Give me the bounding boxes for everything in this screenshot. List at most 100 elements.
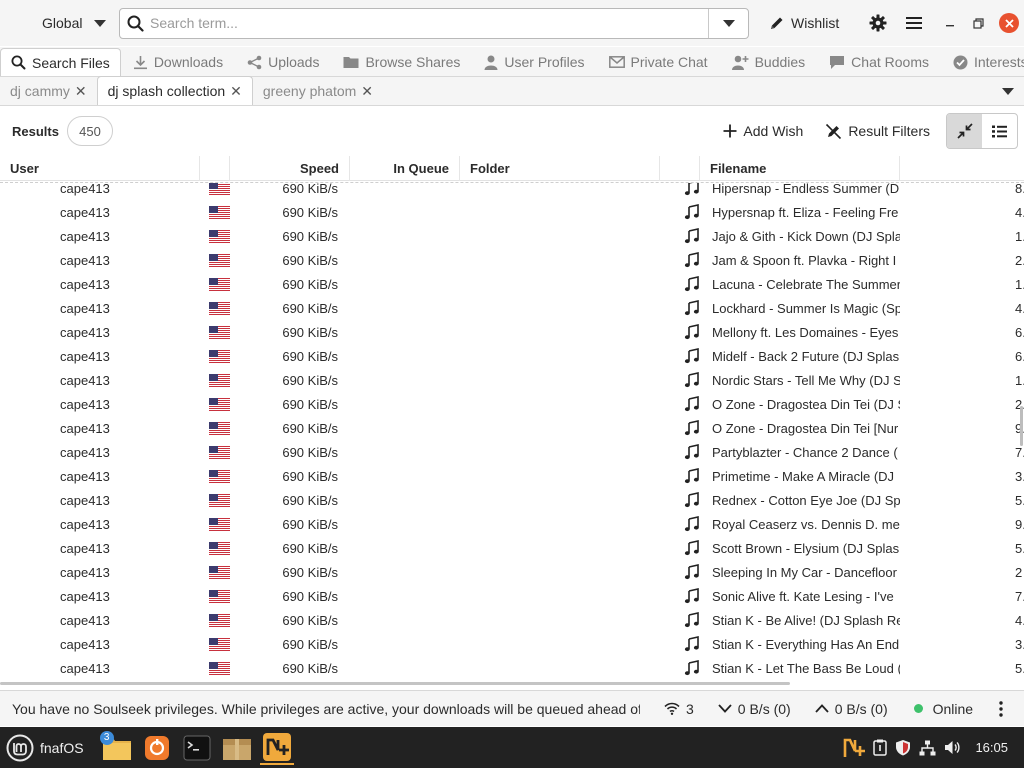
us-flag-icon bbox=[209, 637, 230, 651]
table-row[interactable]: cape413 690 KiB/s Royal Ceaserz vs. Dennis… bbox=[0, 512, 1024, 536]
us-flag-icon bbox=[209, 397, 230, 411]
horizontal-scrollbar[interactable] bbox=[0, 682, 790, 685]
taskbar-firefox-app[interactable] bbox=[140, 731, 174, 765]
upload-speed-indicator[interactable]: 0 B/s (0) bbox=[815, 701, 888, 717]
tab-list-menu-button[interactable] bbox=[1002, 77, 1014, 105]
table-row[interactable]: cape413 690 KiB/s Mellony ft. Les Domaines… bbox=[0, 320, 1024, 344]
table-row[interactable]: cape413 690 KiB/s Lockhard - Summer Is Mag… bbox=[0, 296, 1024, 320]
nicotine-tray-icon[interactable] bbox=[843, 737, 866, 759]
add-user-icon bbox=[731, 55, 749, 70]
music-note-icon bbox=[684, 588, 700, 604]
row-user: cape413 bbox=[60, 468, 110, 484]
tab-label: Downloads bbox=[153, 54, 224, 70]
network-icon[interactable] bbox=[919, 740, 936, 756]
search-icon bbox=[120, 15, 150, 32]
table-row[interactable]: cape413 690 KiB/s Sleeping In My Car - Dan… bbox=[0, 560, 1024, 584]
music-note-icon bbox=[684, 636, 700, 652]
table-row[interactable]: cape413 690 KiB/s Scott Brown - Elysium (D… bbox=[0, 536, 1024, 560]
column-header-speed[interactable]: Speed bbox=[230, 156, 350, 181]
taskbar-archive-app[interactable] bbox=[220, 731, 254, 765]
download-speed-indicator[interactable]: 0 B/s (0) bbox=[718, 701, 791, 717]
tab-downloads[interactable]: Downloads bbox=[121, 48, 235, 76]
tab-buddies[interactable]: Buddies bbox=[720, 48, 818, 76]
table-row[interactable]: cape413 690 KiB/s Jam & Spoon ft. Plavka -… bbox=[0, 248, 1024, 272]
table-row[interactable]: cape413 690 KiB/s Sonic Alive ft. Kate Les… bbox=[0, 584, 1024, 608]
clipboard-icon[interactable] bbox=[873, 739, 888, 756]
table-row[interactable]: cape413 690 KiB/s Stian K - Be Alive! (DJ … bbox=[0, 608, 1024, 632]
tab-label: Interests bbox=[973, 54, 1024, 70]
volume-icon[interactable] bbox=[944, 740, 961, 755]
tab-browse-shares[interactable]: Browse Shares bbox=[331, 48, 472, 76]
table-row[interactable]: cape413 690 KiB/s Stian K - Everything Has… bbox=[0, 632, 1024, 656]
list-view-button[interactable] bbox=[982, 114, 1017, 148]
us-flag-icon bbox=[209, 517, 230, 531]
tab-user-profiles[interactable]: User Profiles bbox=[472, 48, 596, 76]
tab-private-chat[interactable]: Private Chat bbox=[597, 48, 720, 76]
connections-indicator[interactable]: 3 bbox=[664, 701, 694, 717]
wishlist-button[interactable]: Wishlist bbox=[763, 8, 845, 38]
search-history-dropdown[interactable] bbox=[708, 8, 748, 38]
online-status-button[interactable]: Online bbox=[913, 700, 974, 717]
close-window-button[interactable] bbox=[999, 13, 1020, 33]
table-row[interactable]: cape413 690 KiB/s Partyblazter - Chance 2 … bbox=[0, 440, 1024, 464]
search-tab-dj-splash-collection[interactable]: dj splash collection ✕ bbox=[96, 76, 253, 105]
table-row[interactable]: cape413 690 KiB/s Lacuna - Celebrate The S… bbox=[0, 272, 1024, 296]
check-circle-icon bbox=[953, 55, 968, 69]
add-wish-button[interactable]: Add Wish bbox=[715, 116, 811, 146]
tab-interests[interactable]: Interests bbox=[941, 48, 1024, 76]
row-filename: Jajo & Gith - Kick Down (DJ Spla bbox=[712, 228, 900, 244]
chevron-down-icon bbox=[1002, 87, 1014, 95]
vertical-scrollbar[interactable] bbox=[1020, 406, 1023, 446]
collapse-view-button[interactable] bbox=[947, 114, 982, 148]
shield-icon[interactable] bbox=[895, 739, 911, 756]
taskbar-nicotine-app[interactable] bbox=[259, 731, 294, 765]
tab-search-files[interactable]: Search Files bbox=[0, 48, 121, 76]
preferences-button[interactable] bbox=[863, 8, 893, 38]
tab-chat-rooms[interactable]: Chat Rooms bbox=[817, 48, 941, 76]
table-row[interactable]: cape413 690 KiB/s O Zone - Dragostea Din T… bbox=[0, 416, 1024, 440]
column-header-size[interactable] bbox=[900, 156, 1024, 181]
table-row[interactable]: cape413 690 KiB/s Nordic Stars - Tell Me W… bbox=[0, 368, 1024, 392]
search-input[interactable] bbox=[150, 15, 708, 31]
table-row[interactable]: cape413 690 KiB/s Primetime - Make A Mirac… bbox=[0, 464, 1024, 488]
start-menu-button[interactable]: fnafOS bbox=[6, 734, 84, 762]
table-row[interactable]: cape413 690 KiB/s Hipersnap - Endless Summ… bbox=[0, 183, 1024, 200]
maximize-button[interactable] bbox=[967, 12, 989, 34]
table-row[interactable]: cape413 690 KiB/s Rednex - Cotton Eye Joe … bbox=[0, 488, 1024, 512]
table-row[interactable]: cape413 690 KiB/s Midelf - Back 2 Future (… bbox=[0, 344, 1024, 368]
result-filters-button[interactable]: Result Filters bbox=[817, 116, 938, 146]
close-icon[interactable]: ✕ bbox=[75, 83, 87, 100]
column-header-in-queue[interactable]: In Queue bbox=[350, 156, 460, 181]
table-row[interactable]: cape413 690 KiB/s O Zone - Dragostea Din T… bbox=[0, 392, 1024, 416]
close-icon[interactable]: ✕ bbox=[361, 83, 373, 100]
close-icon[interactable]: ✕ bbox=[230, 83, 242, 100]
clock[interactable]: 16:05 bbox=[975, 740, 1008, 755]
table-row[interactable]: cape413 690 KiB/s Stian K - Let The Bass B… bbox=[0, 656, 1024, 680]
main-menu-button[interactable] bbox=[899, 8, 929, 38]
search-tab-greeny-phatom[interactable]: greeny phatom ✕ bbox=[253, 77, 383, 105]
tab-uploads[interactable]: Uploads bbox=[235, 48, 331, 76]
online-status-label: Online bbox=[932, 700, 974, 717]
column-header-folder[interactable]: Folder bbox=[460, 156, 660, 181]
column-header-country[interactable] bbox=[200, 156, 230, 181]
column-header-filename[interactable]: Filename bbox=[700, 156, 900, 181]
row-size: 7. bbox=[1015, 444, 1024, 460]
search-scope-dropdown[interactable]: Global bbox=[32, 8, 116, 38]
taskbar-terminal-app[interactable] bbox=[180, 731, 214, 765]
row-user: cape413 bbox=[60, 588, 110, 604]
taskbar-files-app[interactable]: 3 bbox=[99, 730, 134, 765]
minimize-button[interactable] bbox=[939, 12, 961, 34]
row-size: 4. bbox=[1015, 612, 1024, 628]
status-menu-button[interactable] bbox=[999, 700, 1003, 717]
row-user: cape413 bbox=[60, 348, 110, 364]
row-speed: 690 KiB/s bbox=[282, 228, 338, 244]
package-icon bbox=[222, 738, 251, 760]
search-tab-dj-cammy[interactable]: dj cammy ✕ bbox=[0, 77, 97, 105]
tab-label: Chat Rooms bbox=[851, 54, 929, 70]
table-row[interactable]: cape413 690 KiB/s Hypersnap ft. Eliza - Fe… bbox=[0, 200, 1024, 224]
row-filename: Stian K - Let The Bass Be Loud ( bbox=[712, 660, 900, 676]
row-speed: 690 KiB/s bbox=[282, 348, 338, 364]
table-row[interactable]: cape413 690 KiB/s Jajo & Gith - Kick Down … bbox=[0, 224, 1024, 248]
column-header-user[interactable]: User bbox=[0, 156, 200, 181]
column-header-file-type[interactable] bbox=[660, 156, 700, 181]
